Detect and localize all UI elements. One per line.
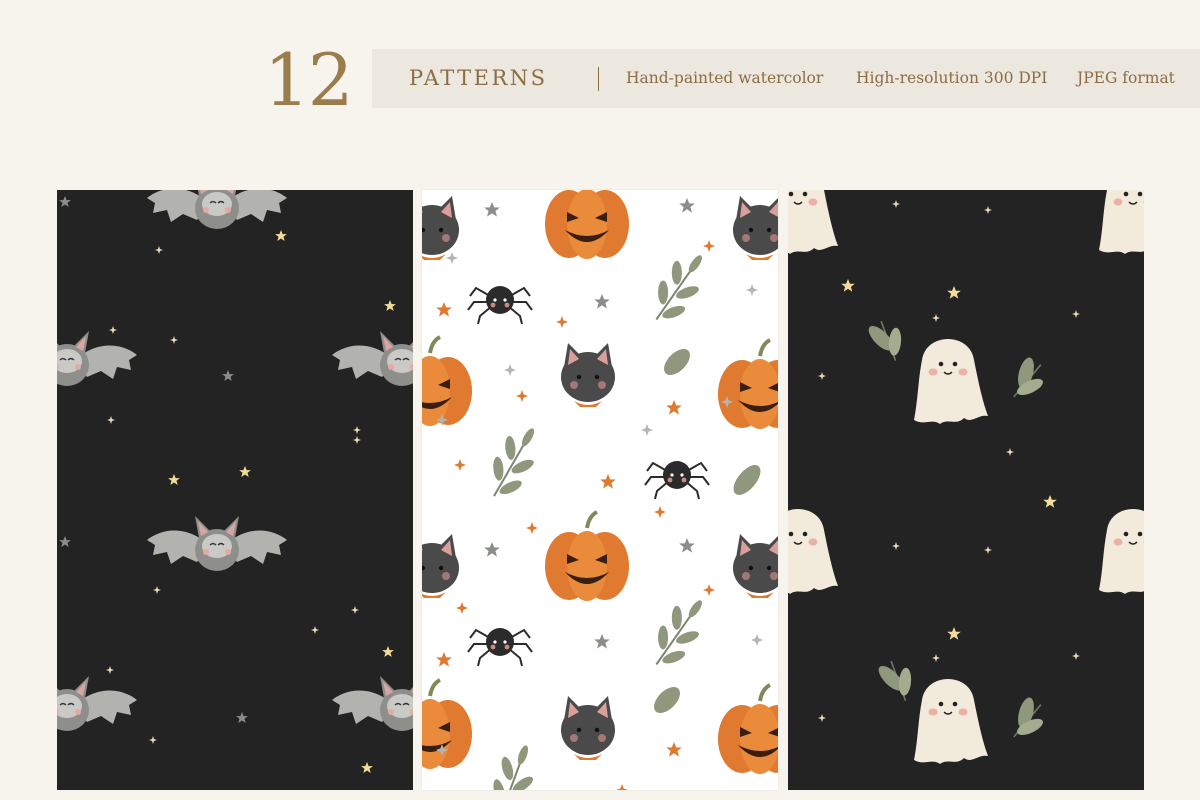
- pattern-count: 12: [264, 38, 354, 122]
- pattern-preview-pumpkins: [422, 190, 778, 790]
- pumpkins-pattern-art: [422, 190, 778, 790]
- bats-pattern-art: [57, 190, 413, 773]
- pattern-preview-ghosts: [788, 190, 1144, 790]
- ghosts-pattern-art: [788, 190, 1144, 765]
- feature-bar-title: PATTERNS: [409, 66, 548, 90]
- divider: [598, 67, 599, 91]
- feature-watercolor: Hand-painted watercolor: [626, 69, 824, 87]
- feature-format: JPEG format: [1077, 69, 1175, 87]
- feature-resolution: High-resolution 300 DPI: [856, 69, 1048, 87]
- pattern-preview-bats: [57, 190, 413, 790]
- feature-bar: PATTERNS Hand-painted watercolor High-re…: [372, 49, 1200, 108]
